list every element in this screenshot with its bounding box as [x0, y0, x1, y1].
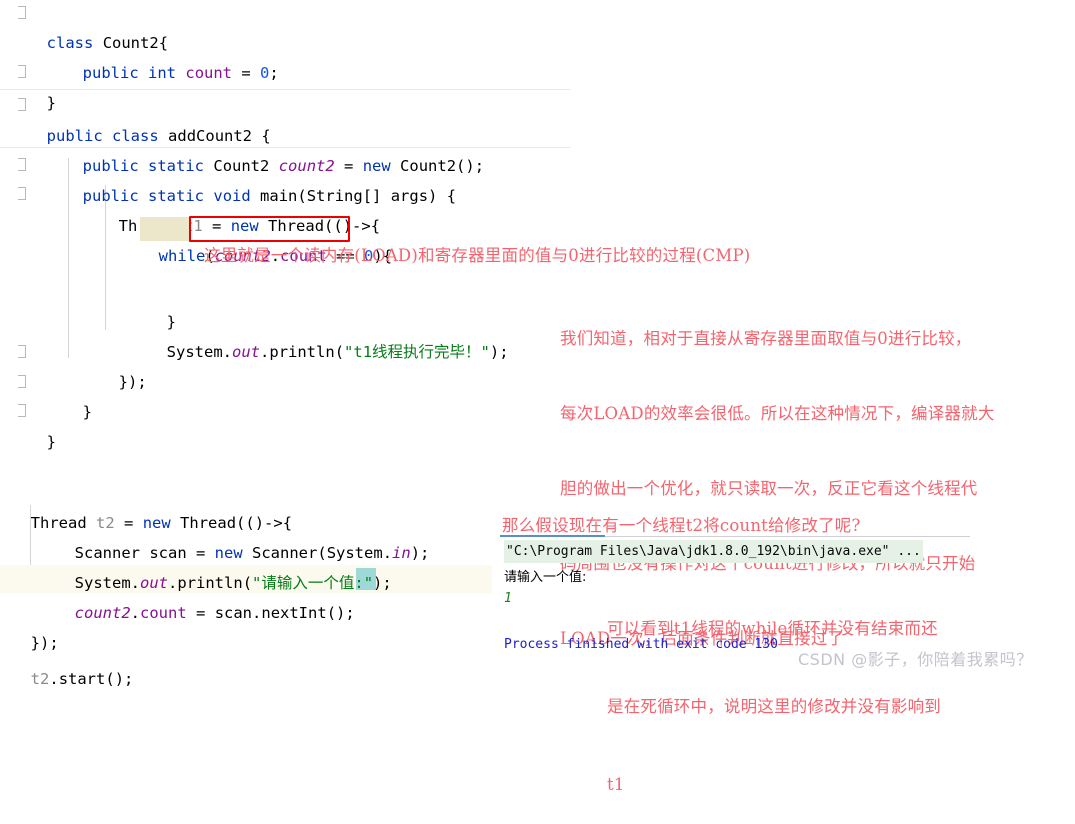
fold-marker-main[interactable]: [18, 158, 26, 171]
ref-count2-2: count2: [74, 604, 131, 622]
code-line-method-close[interactable]: }: [64, 369, 92, 427]
console-prompt-output: 请输入一个值:: [504, 570, 587, 585]
annotation-compiler-line-3: 胆的做出一个优化，就只读取一次，反正它看这个线程代: [560, 479, 978, 498]
keyword-public: public: [82, 64, 139, 82]
annotation-while-line-1: 可以看到t1线程的while循环并没有结束而还: [607, 619, 938, 638]
fold-marker-close-count2[interactable]: [18, 65, 26, 78]
fold-marker-lambda-close[interactable]: [18, 345, 26, 358]
console-tab-underline: [500, 535, 605, 537]
console-command-line: "C:\Program Files\Java\jdk1.8.0_192\bin\…: [504, 540, 923, 563]
field-count: count: [185, 64, 233, 82]
annotation-compiler-line-2: 每次LOAD的效率会很低。所以在这种情况下，编译器就大: [560, 404, 995, 423]
code-line-lambda-close[interactable]: });: [100, 339, 147, 397]
fold-marker-method-close[interactable]: [18, 375, 26, 388]
annotation-while-line-3: t1: [607, 775, 625, 794]
annotation-while-not-ended: 可以看到t1线程的while循环并没有结束而还 是在死循环中，说明这里的修改并没…: [607, 564, 941, 824]
literal-zero: 0: [260, 64, 270, 82]
local-t2-ref: t2: [30, 670, 50, 688]
code-line-t2-start[interactable]: t2.start();: [12, 636, 134, 694]
annotation-load-cmp: 这里就是一个读内存(LOAD)和寄存器里面的值与0进行比较的过程(CMP): [204, 246, 751, 265]
method-println: println: [269, 343, 335, 361]
csdn-watermark: CSDN @影子，你陪着我累吗？: [798, 650, 1033, 669]
fold-marker-class-close[interactable]: [18, 404, 26, 417]
param-args: args: [390, 187, 429, 205]
code-line-field-count[interactable]: public int count = 0;: [64, 30, 279, 88]
code-separator-1: [0, 89, 570, 90]
code-line-assign-count[interactable]: count2.count = scan.nextInt();: [56, 570, 355, 628]
ref-count-2: count: [140, 604, 187, 622]
keyword-while: while: [158, 247, 206, 265]
fold-marker-thread-t1[interactable]: [18, 187, 26, 200]
method-start: start: [58, 670, 106, 688]
annotation-while-line-2: 是在死循环中，说明这里的修改并没有影响到: [607, 697, 941, 716]
annotation-compiler-line-1: 我们知道，相对于直接从寄存器里面取值与0进行比较，: [560, 329, 972, 348]
method-nextint: nextInt: [261, 604, 327, 622]
keyword-int: int: [148, 64, 177, 82]
code-line-println-t1[interactable]: System.out.println("t1线程执行完毕！");: [148, 309, 509, 367]
fold-marker-class-addcount2[interactable]: [18, 98, 26, 111]
fold-marker-class-count2[interactable]: [18, 6, 26, 19]
console-user-input[interactable]: 1: [504, 588, 512, 609]
string-t1-done: "t1线程执行完毕！": [344, 343, 490, 361]
ident-out: out: [232, 343, 261, 361]
code-line-class-close[interactable]: }: [28, 399, 56, 457]
ident-scan-2: scan: [214, 604, 253, 622]
ident-in: in: [392, 544, 411, 562]
ident-system: System: [166, 343, 223, 361]
